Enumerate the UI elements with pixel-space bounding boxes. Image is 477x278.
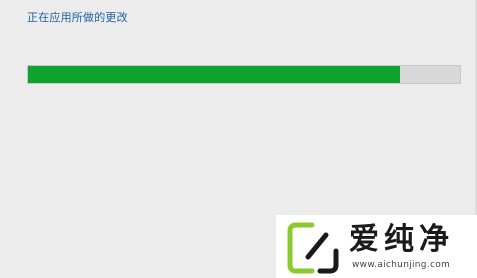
brand-url: www.aichunjing.com [352,260,451,270]
watermark-logo: 爱纯净 www.aichunjing.com [276,215,477,278]
slash-bracket-logo-icon [287,222,339,274]
status-message: 正在应用所做的更改 [27,11,128,24]
progress-bar [27,65,461,84]
progress-bar-fill [28,66,400,83]
brand-name: 爱纯净 [349,222,454,257]
